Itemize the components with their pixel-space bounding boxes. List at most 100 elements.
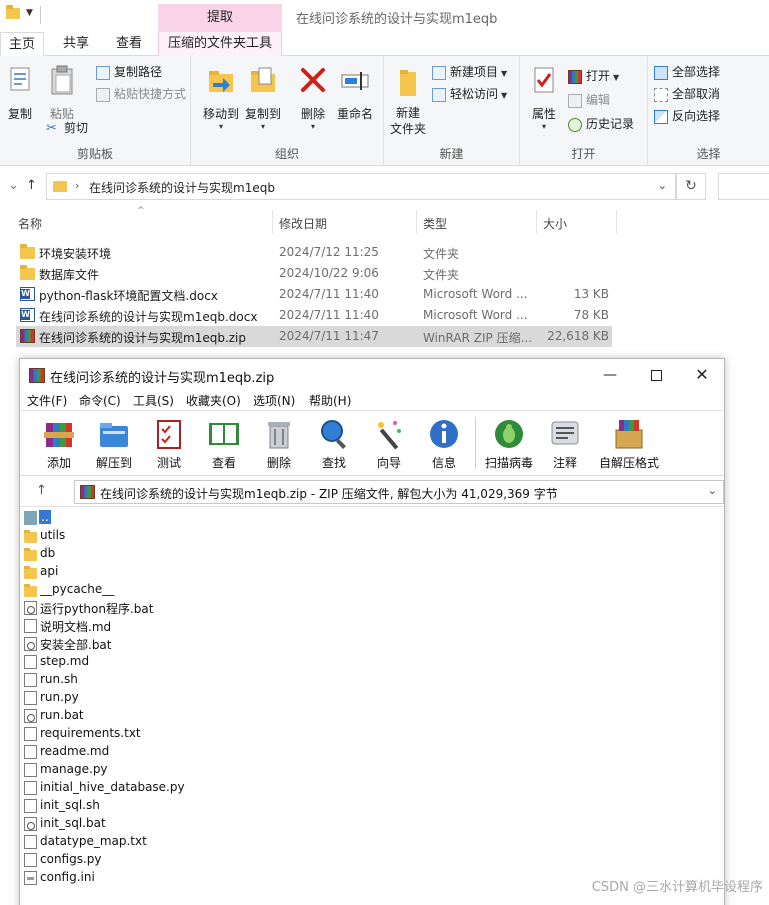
delete-button[interactable]: 删除 (251, 417, 307, 471)
chevron-down-icon: ▼ (613, 73, 620, 82)
column-name[interactable]: 名称 (18, 215, 42, 232)
up-arrow-icon[interactable]: ↑ (36, 483, 47, 498)
file-row[interactable]: 数据库文件 2024/10/22 9:06 文件夹 (16, 263, 612, 284)
settings-file-icon (24, 871, 37, 885)
winrar-icon (568, 69, 582, 84)
menu-options[interactable]: 选项(N) (253, 392, 295, 409)
easy-access-button[interactable]: 轻松访问 ▼ (432, 84, 507, 104)
menu-favorites[interactable]: 收藏夹(O) (186, 392, 241, 409)
rename-button[interactable]: 重命名 (333, 64, 377, 122)
properties-icon (534, 67, 554, 93)
chevron-down-icon[interactable]: ⌄ (658, 179, 667, 192)
search-input[interactable] (718, 173, 769, 200)
test-checklist-icon (157, 420, 181, 449)
organize-group: 移动到 ▾ 复制到 ▾ 删除 ▾ 重命名 组织 (191, 56, 384, 166)
new-folder-button[interactable]: 新建 文件夹 (388, 64, 428, 137)
close-button[interactable]: ✕ (682, 363, 722, 387)
add-archive-icon (44, 423, 74, 447)
address-bar: ⌄ ↑ › 在线问诊系统的设计与实现m1eqb ⌄ ↻ (0, 172, 769, 200)
delete-button[interactable]: 删除 ▾ (295, 64, 331, 131)
move-to-button[interactable]: 移动到 ▾ (199, 64, 243, 131)
history-button[interactable]: 历史记录 (568, 114, 634, 134)
up-arrow-icon[interactable]: ↑ (26, 178, 37, 193)
tab-compressed-folder-tools[interactable]: 压缩的文件夹工具 (158, 32, 282, 56)
file-row[interactable]: python-flask环境配置文档.docx 2024/7/11 11:40 … (16, 284, 612, 305)
info-button[interactable]: 信息 (416, 417, 472, 471)
maximize-icon (650, 369, 662, 381)
list-item-name: init_sql.bat (40, 816, 106, 830)
maximize-button[interactable] (636, 363, 676, 387)
move-to-icon (209, 71, 233, 92)
paste-button[interactable]: 粘贴 (44, 64, 80, 122)
wizard-button[interactable]: 向导 (361, 417, 417, 471)
explorer-title-bar: ▼ 提取 在线问诊系统的设计与实现m1eqb (0, 0, 769, 32)
comment-button[interactable]: 注释 (537, 417, 593, 471)
clipboard-group: 复制 粘贴 复制路径 粘贴快捷方式 ✂ 剪切 剪贴板 (0, 56, 191, 166)
column-divider[interactable] (272, 210, 273, 234)
copy-button-label: 复制 (7, 107, 32, 121)
copy-to-button[interactable]: 复制到 ▾ (241, 64, 285, 131)
file-icon (24, 781, 37, 795)
chevron-down-icon[interactable]: ⌄ (8, 178, 19, 193)
column-divider[interactable] (416, 210, 417, 234)
sfx-button[interactable]: 自解压格式 (596, 417, 662, 471)
select-none-button[interactable]: 全部取消 (654, 84, 720, 104)
file-row[interactable]: 在线问诊系统的设计与实现m1eqb.docx 2024/7/11 11:40 M… (16, 305, 612, 326)
tab-share[interactable]: 共享 (52, 32, 100, 56)
chevron-down-icon[interactable]: ⌄ (708, 484, 717, 497)
address-input[interactable]: › 在线问诊系统的设计与实现m1eqb ⌄ (46, 173, 676, 200)
minimize-button[interactable]: — (590, 363, 630, 387)
extract-to-button[interactable]: 解压到 (86, 417, 142, 471)
file-type: 文件夹 (423, 268, 460, 282)
menu-tools[interactable]: 工具(S) (133, 392, 174, 409)
chevron-down-icon: ▼ (501, 69, 508, 78)
cut-button[interactable]: ✂ 剪切 (46, 118, 88, 138)
tab-view[interactable]: 查看 (106, 32, 152, 56)
archive-path-dropdown[interactable]: 在线问诊系统的设计与实现m1eqb.zip - ZIP 压缩文件, 解包大小为 … (74, 480, 724, 504)
properties-button[interactable]: 属性 ▾ (526, 64, 562, 131)
extract-context-tab[interactable]: 提取 (158, 4, 282, 32)
column-divider[interactable] (616, 210, 617, 234)
column-size[interactable]: 大小 (543, 215, 567, 232)
edit-button[interactable]: 编辑 (568, 90, 610, 110)
add-button[interactable]: 添加 (31, 417, 87, 471)
menu-file[interactable]: 文件(F) (27, 392, 67, 409)
toolbar-divider (40, 6, 41, 24)
file-row[interactable]: 环境安装环境 2024/7/12 11:25 文件夹 (16, 242, 612, 263)
new-item-button[interactable]: 新建项目 ▼ (432, 62, 507, 82)
chevron-down-icon: ▾ (260, 122, 265, 131)
easy-access-label: 轻松访问 (450, 87, 499, 101)
view-button[interactable]: 查看 (196, 417, 252, 471)
tab-home[interactable]: 主页 (0, 32, 44, 56)
refresh-button[interactable]: ↻ (676, 173, 706, 200)
column-date-modified[interactable]: 修改日期 (279, 215, 327, 232)
menu-help[interactable]: 帮助(H) (309, 392, 351, 409)
archive-path-text: 在线问诊系统的设计与实现m1eqb.zip - ZIP 压缩文件, 解包大小为 … (100, 487, 558, 501)
invert-selection-button[interactable]: 反向选择 (654, 106, 720, 126)
column-divider[interactable] (536, 210, 537, 234)
select-all-button[interactable]: 全部选择 (654, 62, 720, 82)
file-row-selected[interactable]: 在线问诊系统的设计与实现m1eqb.zip 2024/7/11 11:47 Wi… (16, 326, 612, 347)
properties-label: 属性 (531, 107, 556, 121)
list-item-name: 安装全部.bat (40, 638, 112, 652)
find-button[interactable]: 查找 (306, 417, 362, 471)
column-type[interactable]: 类型 (423, 215, 447, 232)
chevron-right-icon[interactable]: › (75, 179, 79, 192)
paste-shortcut-button[interactable]: 粘贴快捷方式 (96, 84, 186, 104)
file-icon (24, 853, 37, 867)
wizard-label: 向导 (376, 456, 401, 470)
copy-to-icon (251, 67, 275, 92)
folder-icon (20, 265, 35, 280)
winrar-toolbar: 添加 解压到 测试 查看 删除 查找 向导 信息 扫描病毒 注释 自解压格式 (20, 410, 724, 476)
copy-path-button[interactable]: 复制路径 (96, 62, 162, 82)
test-button[interactable]: 测试 (141, 417, 197, 471)
comment-label: 注释 (552, 456, 577, 470)
pin-quick-access-button[interactable]: 复制 (2, 64, 38, 122)
file-date: 2024/7/11 11:40 (279, 287, 379, 301)
menu-commands[interactable]: 命令(C) (79, 392, 121, 409)
open-button[interactable]: 打开 ▼ (568, 66, 619, 86)
chevron-down-icon[interactable]: ▼ (26, 8, 33, 18)
chevron-down-icon: ▾ (541, 122, 546, 131)
virus-scan-button[interactable]: 扫描病毒 (481, 417, 537, 471)
folder-icon[interactable] (6, 5, 20, 19)
